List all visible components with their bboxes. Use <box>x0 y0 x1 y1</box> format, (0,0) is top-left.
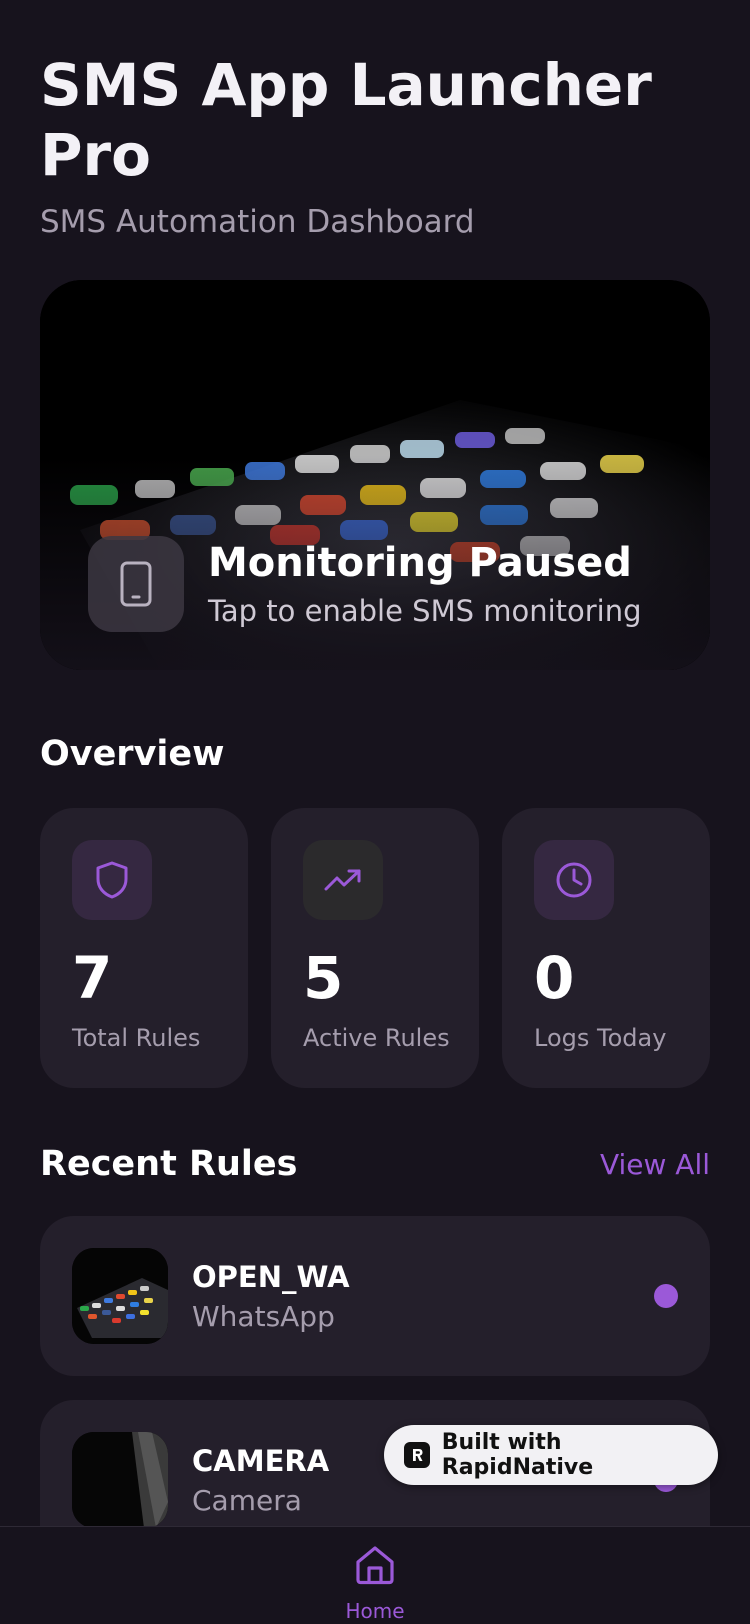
shield-icon <box>72 840 152 920</box>
rule-app-name: Camera <box>192 1484 302 1517</box>
clock-icon <box>534 840 614 920</box>
bottom-navigation: Home <box>0 1526 750 1624</box>
badge-text: Built with RapidNative <box>441 1430 594 1480</box>
nav-item-home[interactable]: Home <box>325 1527 425 1624</box>
monitoring-toggle-card[interactable]: Monitoring Paused Tap to enable SMS moni… <box>40 280 710 670</box>
stat-card-active-rules[interactable]: 5 Active Rules <box>271 808 479 1088</box>
dashboard-screen: SMS App Launcher Pro SMS Automation Dash… <box>0 0 750 1624</box>
nav-item-label: Home <box>345 1599 405 1623</box>
rule-keyword: CAMERA <box>192 1444 330 1478</box>
home-icon <box>356 1546 394 1585</box>
page-subtitle: SMS Automation Dashboard <box>40 204 475 240</box>
stat-value: 0 <box>534 944 575 1012</box>
rule-app-thumbnail <box>72 1248 168 1344</box>
built-with-rapidnative-badge[interactable]: Built with RapidNative <box>384 1425 718 1485</box>
trending-up-icon <box>303 840 383 920</box>
stat-value: 7 <box>72 944 113 1012</box>
monitoring-status-title: Monitoring Paused <box>208 540 632 586</box>
rule-card-open-wa[interactable]: OPEN_WA WhatsApp <box>40 1216 710 1376</box>
rule-keyword: OPEN_WA <box>192 1260 350 1294</box>
rule-app-name: WhatsApp <box>192 1300 335 1333</box>
rapidnative-logo-icon <box>404 1442 430 1468</box>
stat-label: Total Rules <box>72 1024 201 1052</box>
recent-rules-heading: Recent Rules <box>40 1144 298 1184</box>
page-title: SMS App Launcher Pro <box>40 51 652 189</box>
stat-card-logs-today[interactable]: 0 Logs Today <box>502 808 710 1088</box>
overview-heading: Overview <box>40 734 225 774</box>
view-all-link[interactable]: View All <box>600 1148 710 1181</box>
rule-active-indicator <box>654 1284 678 1308</box>
smartphone-icon <box>88 536 184 632</box>
stat-label: Active Rules <box>303 1024 450 1052</box>
monitoring-status-subtitle: Tap to enable SMS monitoring <box>208 594 642 628</box>
stat-label: Logs Today <box>534 1024 667 1052</box>
stat-value: 5 <box>303 944 344 1012</box>
rule-app-thumbnail <box>72 1432 168 1528</box>
stat-card-total-rules[interactable]: 7 Total Rules <box>40 808 248 1088</box>
